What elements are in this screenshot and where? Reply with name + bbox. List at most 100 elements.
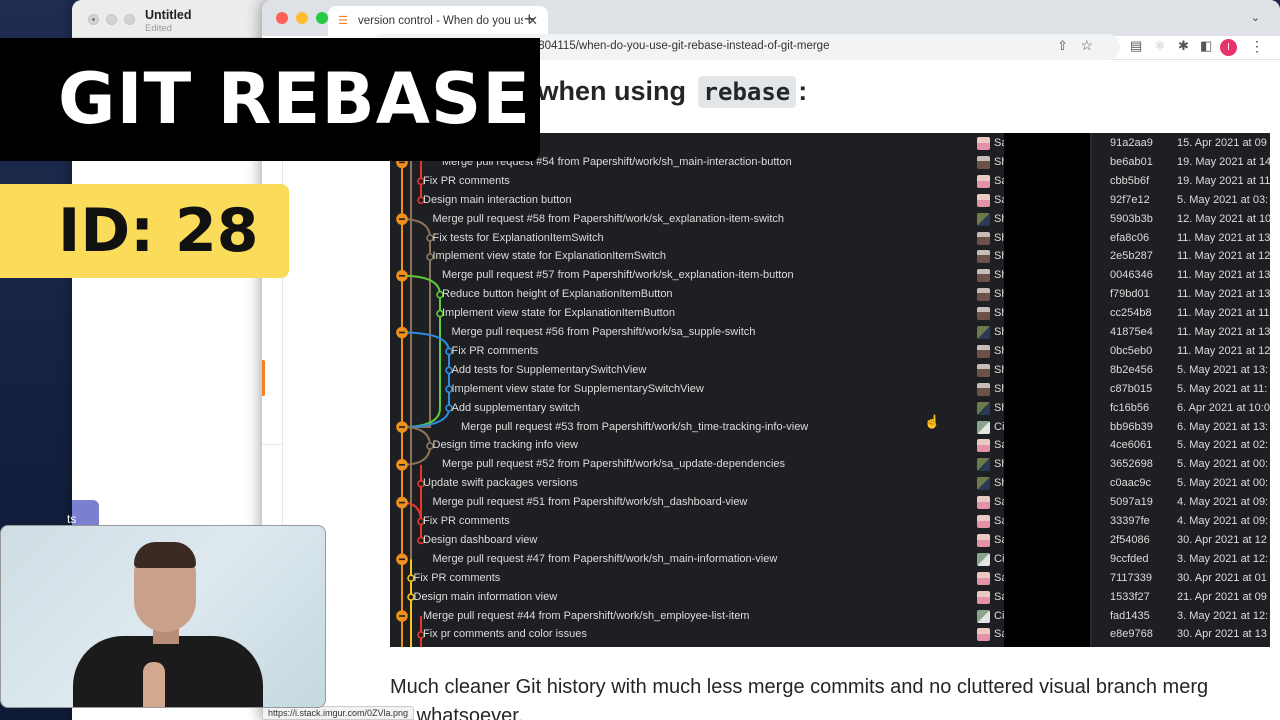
commit-row[interactable]: Fix pr comments and color issuesSae8e976… (390, 625, 1270, 644)
commit-row[interactable]: Design main information viewSa1533f2721.… (390, 588, 1270, 607)
commit-message: Fix PR comments (423, 515, 510, 527)
commit-row[interactable]: Add tests for SupplementarySwitchViewSh8… (390, 361, 1270, 380)
commit-date: 5. May 2021 at 13: (1177, 363, 1269, 376)
author-avatar (977, 533, 990, 547)
commit-row[interactable]: Fix PR commentsSa33397fe4. May 2021 at 0… (390, 512, 1270, 531)
close-window-button[interactable] (88, 14, 99, 25)
commit-row[interactable]: Merge pull request #53 from Papershift/w… (390, 418, 1270, 437)
commit-row[interactable]: Implement view state for SupplementarySw… (390, 380, 1270, 399)
commit-row[interactable]: Reduce button height of ExplanationItemB… (390, 285, 1270, 304)
commit-row[interactable]: Merge pull request #51 from Papershift/w… (390, 493, 1270, 512)
commit-row[interactable]: Implement view state for ExplanationItem… (390, 304, 1270, 323)
commit-date: 15. Apr 2021 at 09 (1177, 137, 1267, 149)
commit-message: Merge pull request #51 from Papershift/w… (432, 496, 748, 509)
author-avatar (977, 344, 990, 358)
commit-message: Design time tracking info view (432, 439, 579, 452)
commit-date: 11. May 2021 at 11 (1177, 307, 1270, 320)
bookmark-star-icon[interactable]: ☆ (1080, 37, 1093, 54)
commit-message: Add tests for SupplementarySwitchView (451, 363, 647, 376)
author-avatar (977, 496, 990, 510)
commit-hash: bb96b39 (1110, 420, 1153, 433)
paragraph-line-1: Much cleaner Git history with much less … (390, 676, 1209, 698)
commit-row[interactable]: Add supplementary switchShfc16b566. Apr … (390, 399, 1270, 418)
commit-row[interactable]: Design dashboard viewSa2f5408630. Apr 20… (390, 531, 1270, 550)
author-avatar (977, 326, 990, 339)
author-avatar (977, 193, 990, 207)
fullscreen-window-button[interactable] (316, 12, 328, 24)
commit-hash: 92f7e12 (1110, 193, 1150, 206)
commit-row[interactable]: Merge pull request #58 from Papershift/w… (390, 210, 1272, 229)
commit-message: Design main interaction button (423, 193, 572, 206)
webcam-overlay (0, 525, 326, 708)
commit-message: Merge pull request #44 from Papershift/w… (423, 609, 750, 622)
commit-message: Design main information view (413, 590, 558, 603)
partial-app-label: ts (67, 512, 77, 526)
commit-row[interactable]: Merge pull request #56 from Papershift/w… (390, 323, 1270, 342)
commit-row[interactable]: Merge pull request #52 from Papershift/w… (390, 455, 1270, 474)
commit-row[interactable]: Implement view state for ExplanationItem… (390, 247, 1270, 266)
commit-row[interactable]: Design main interaction buttonSa92f7e125… (390, 191, 1270, 210)
tab-strip: ☰ version control - When do you use git … (262, 0, 1280, 36)
commit-row[interactable]: Design time tracking info viewSa4ce60615… (390, 436, 1270, 455)
minimize-window-button[interactable] (106, 14, 117, 25)
link-status-bar: https://i.stack.imgur.com/0ZVla.png (262, 706, 415, 720)
commit-message: Reduce button height of ExplanationItemB… (442, 288, 673, 301)
commit-row[interactable]: Fix tests for ExplanationItemSwitchShefa… (390, 229, 1270, 248)
extension-1-icon[interactable]: ▤ (1130, 38, 1142, 54)
commit-date: 12. May 2021 at 10 (1177, 212, 1272, 225)
commit-hash: 1533f27 (1110, 590, 1150, 603)
commit-row[interactable]: Fix PR commentsSh0bc5eb011. May 2021 at … (390, 342, 1270, 361)
commit-date: 6. May 2021 at 13: (1177, 420, 1269, 433)
commit-hash: f79bd01 (1110, 288, 1150, 301)
new-tab-button[interactable]: + (524, 9, 535, 30)
tab-search-chevron-icon[interactable]: ⌄ (1251, 11, 1260, 24)
video-title-banner: GIT REBASE (0, 38, 540, 161)
author-avatar (977, 628, 990, 642)
commit-message: Merge pull request #56 from Papershift/w… (451, 326, 756, 338)
presenter-shirt (73, 636, 263, 707)
commit-row[interactable]: Update swift packages versionsShc0aac9c5… (390, 474, 1270, 493)
commit-date: 19. May 2021 at 11 (1177, 174, 1271, 187)
close-window-button[interactable] (276, 12, 288, 24)
commit-hash: 91a2aa9 (1110, 137, 1153, 149)
commit-date: 30. Apr 2021 at 01 (1177, 571, 1267, 584)
commit-row[interactable]: Fix PR commentsSacbb5b6f19. May 2021 at … (390, 172, 1270, 191)
commit-hash: 9ccfded (1110, 552, 1149, 565)
author-avatar (977, 155, 990, 169)
commit-message: Fix pr comments and color issues (423, 628, 587, 641)
share-icon[interactable]: ⇧ (1057, 38, 1068, 54)
author-avatar (977, 609, 990, 623)
author-avatar (977, 420, 990, 434)
profile-avatar[interactable]: I (1220, 39, 1237, 56)
side-panel-icon[interactable]: ◧ (1200, 38, 1212, 54)
commit-hash: fc16b56 (1110, 401, 1150, 414)
textedit-titlebar[interactable]: Untitled Edited (72, 0, 292, 38)
commit-date: 11. May 2021 at 13 (1177, 288, 1271, 301)
heading-code: rebase (697, 76, 797, 108)
commit-date: 11. May 2021 at 13 (1177, 326, 1271, 338)
browser-tab-active[interactable]: ☰ version control - When do you use git … (328, 6, 548, 36)
document-status: Edited (145, 23, 172, 34)
document-title: Untitled (145, 8, 192, 22)
menu-dots-icon[interactable]: ⋮ (1250, 38, 1264, 55)
commit-row[interactable]: Merge pull request #44 from Papershift/w… (390, 607, 1270, 626)
zoom-window-button[interactable] (124, 14, 135, 25)
commit-row[interactable]: Fix PR commentsSa711733930. Apr 2021 at … (390, 569, 1270, 588)
commit-hash: 7117339 (1110, 571, 1153, 584)
commit-row[interactable]: Merge pull request #57 from Papershift/w… (390, 266, 1270, 285)
commit-date: 5. May 2021 at 00: (1177, 477, 1269, 490)
git-history-screenshot[interactable]: Add collection itemSa91a2aa915. Apr 2021… (390, 133, 1272, 647)
commit-hash: c87b015 (1110, 382, 1153, 395)
commit-hash: 2f54086 (1110, 533, 1150, 546)
commit-row[interactable]: Merge pull request #47 from Papershift/w… (390, 550, 1270, 569)
heading-colon: : (798, 76, 808, 106)
url-text[interactable]: /804115/when-do-you-use-git-rebase-inste… (535, 40, 829, 52)
minimize-window-button[interactable] (296, 12, 308, 24)
commit-date: 5. May 2021 at 00: (1177, 458, 1269, 471)
extension-react-icon[interactable]: ⚛ (1154, 38, 1166, 54)
commit-message: Fix PR comments (451, 344, 539, 357)
author-avatar (977, 401, 990, 415)
author-avatar (977, 458, 990, 472)
puzzle-extensions-icon[interactable]: ✱ (1178, 38, 1189, 54)
commit-hash: 0bc5eb0 (1110, 344, 1153, 357)
